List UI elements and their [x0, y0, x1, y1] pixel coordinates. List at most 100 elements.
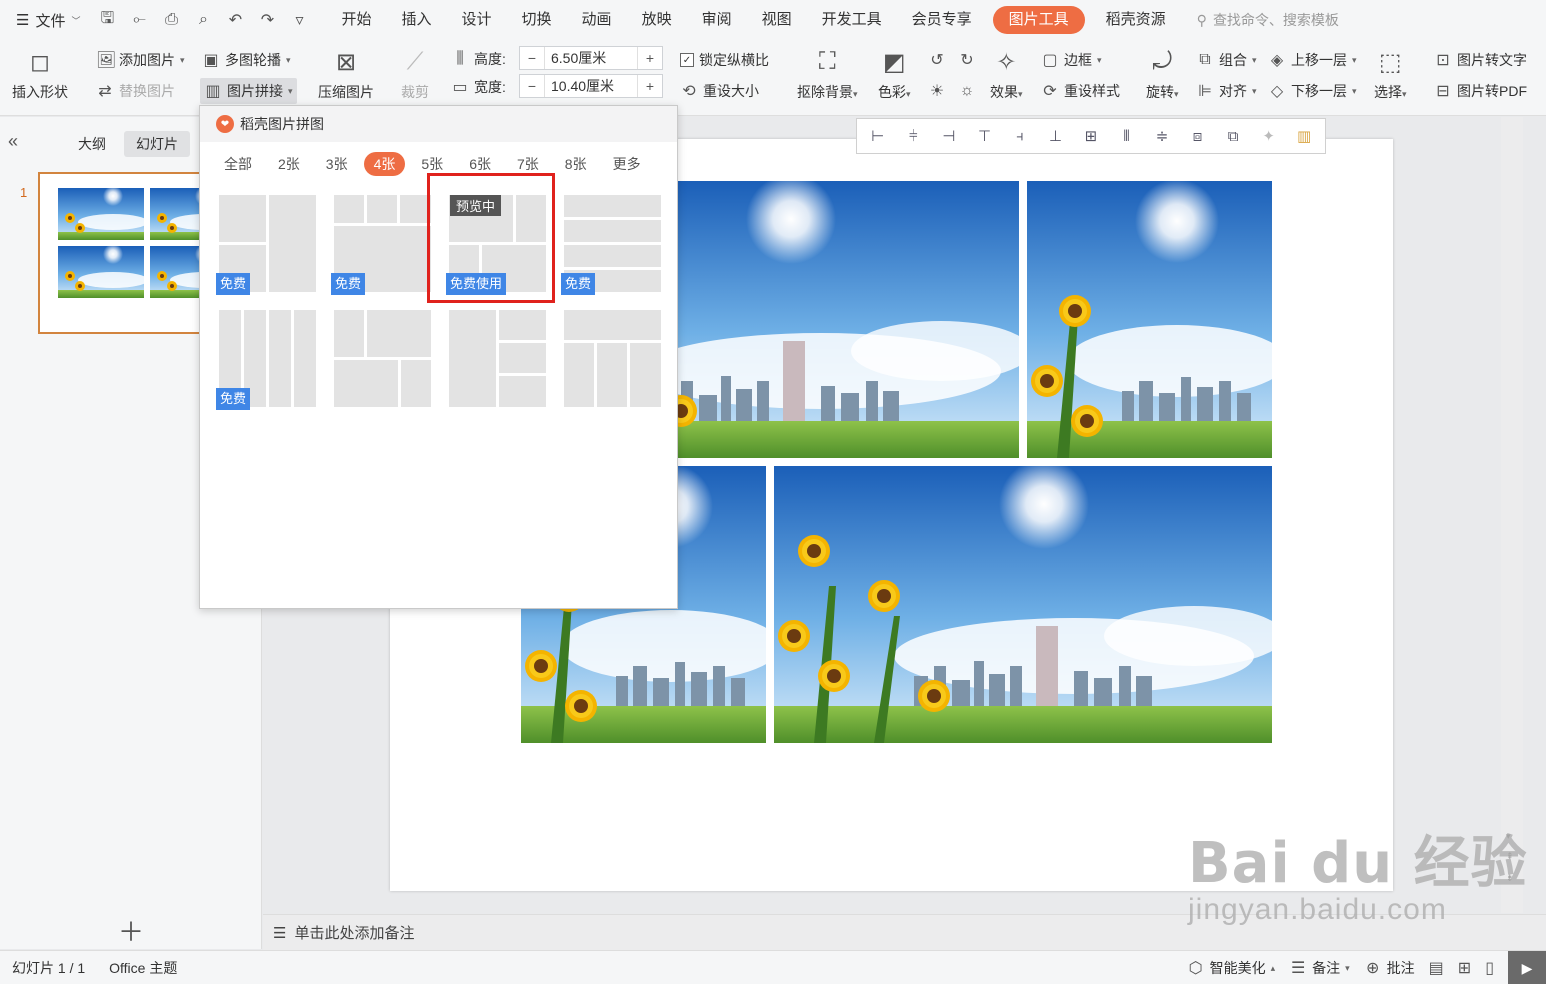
picture-to-text-button[interactable]: ⊡ 图片转文字 [1434, 50, 1527, 70]
add-picture-button[interactable]: 🖼 添加图片 ▾ [96, 50, 185, 70]
tab-member[interactable]: 会员专享 [897, 0, 987, 40]
command-search[interactable]: ⚲ 查找命令、搜索模板 [1197, 10, 1339, 30]
tab-outline[interactable]: 大纲 [66, 131, 118, 157]
vertical-scrollbar[interactable]: ▾ ⇞ ⇟ [1501, 117, 1523, 913]
border-button[interactable]: ▢ 边框 ▾ [1041, 50, 1101, 70]
collage-template-6[interactable] [331, 307, 434, 410]
distribute-horizontal-icon[interactable]: ⊞ [1078, 127, 1104, 145]
group-align-icon[interactable]: ⧉ [1220, 128, 1246, 145]
multi-carousel-button[interactable]: ▣ 多图轮播 ▾ [202, 50, 290, 70]
tab-picture-tools[interactable]: 图片工具 [992, 6, 1085, 34]
height-stepper[interactable]: − 6.50厘米 + [519, 46, 663, 70]
tab-all[interactable]: 全部 [214, 152, 262, 176]
width-input[interactable]: 10.40厘米 [544, 75, 638, 97]
collage-template-7[interactable] [446, 307, 549, 410]
replace-picture-label: 替换图片 [119, 83, 175, 99]
collage-template-4[interactable]: 免费 [561, 192, 664, 295]
reset-style-button[interactable]: ⟳ 重设样式 [1041, 81, 1120, 101]
tab-view[interactable]: 视图 [747, 0, 807, 40]
tab-slideshow[interactable]: 放映 [627, 0, 687, 40]
tab-insert[interactable]: 插入 [387, 0, 447, 40]
bring-forward-button[interactable]: ◈ 上移一层 ▾ [1268, 50, 1357, 70]
height-increase-button[interactable]: + [638, 50, 662, 66]
save-icon[interactable]: 🖫 [96, 7, 118, 34]
picture-collage-button[interactable]: ▥ 图片拼接 ▾ [200, 78, 297, 104]
insert-shape-button[interactable]: ◻ 插入形状 [12, 46, 68, 102]
tab-animations[interactable]: 动画 [567, 0, 627, 40]
align-middle-icon[interactable]: ⫞ [1007, 128, 1033, 145]
tab-more[interactable]: 更多 [603, 152, 651, 176]
distribute-columns-icon[interactable]: ⫴ [1114, 128, 1140, 145]
fit-to-slide-icon[interactable]: ⧈ [1185, 128, 1211, 145]
normal-view-icon[interactable]: ▤ [1429, 958, 1444, 978]
tab-transitions[interactable]: 切换 [507, 0, 567, 40]
align-button[interactable]: ⊫ 对齐 ▾ [1196, 81, 1257, 101]
lock-aspect-ratio-checkbox[interactable]: ✓ 锁定纵横比 [680, 50, 769, 70]
print-icon[interactable]: ⎙ [160, 11, 182, 29]
align-right-icon[interactable]: ⊣ [936, 127, 962, 145]
replace-picture-button[interactable]: ⇄ 替换图片 [96, 81, 175, 101]
collapse-panel-icon[interactable]: « [8, 131, 18, 152]
theme-name[interactable]: Office 主题 [97, 958, 189, 978]
tab-review[interactable]: 审阅 [687, 0, 747, 40]
more-options-icon[interactable]: ▥ [1291, 127, 1317, 145]
add-slide-icon[interactable]: ＋ [118, 912, 144, 949]
smart-beautify-button[interactable]: ⬡ 智能美化 ▴ [1187, 958, 1276, 978]
picture-to-text-icon: ⊡ [1436, 52, 1450, 69]
rotate-button[interactable]: ⤾ 旋转▾ [1146, 46, 1179, 102]
tab-4-images[interactable]: 4张 [363, 152, 406, 176]
sunflower-photo-top-right[interactable] [1027, 181, 1272, 458]
file-menu[interactable]: ☰ 文件 ﹀ [0, 0, 90, 40]
width-decrease-button[interactable]: − [520, 78, 544, 94]
template-cell [564, 220, 661, 242]
tab-2-images[interactable]: 2张 [268, 152, 310, 176]
distribute-vertical-icon[interactable]: ≑ [1149, 127, 1175, 145]
align-left-icon[interactable]: ⊢ [865, 127, 891, 145]
align-center-icon[interactable]: ⫩ [901, 128, 927, 145]
rotate-right-icon[interactable]: ↻ [958, 50, 976, 70]
reading-view-icon[interactable]: ▯ [1485, 958, 1494, 978]
tab-3-images[interactable]: 3张 [316, 152, 358, 176]
align-bottom-icon[interactable]: ⊥ [1043, 127, 1069, 145]
sunflower-photo-bottom-right[interactable] [774, 466, 1272, 743]
tab-design[interactable]: 设计 [447, 0, 507, 40]
width-increase-button[interactable]: + [638, 78, 662, 94]
play-slideshow-button[interactable]: ▶ [1508, 951, 1546, 984]
align-top-icon[interactable]: ⊤ [972, 127, 998, 145]
customize-qa-icon[interactable]: ▿ [288, 10, 310, 30]
brightness-down-icon[interactable]: ☼ [958, 82, 976, 100]
collage-template-5[interactable]: 免费 [216, 307, 319, 410]
tab-docer-resources[interactable]: 稻壳资源 [1091, 0, 1181, 40]
picture-to-pdf-button[interactable]: ⊟ 图片转PDF [1434, 81, 1527, 101]
collage-template-1[interactable]: 免费 [216, 192, 319, 295]
compress-picture-button[interactable]: ⊠ 压缩图片 [318, 46, 374, 102]
print-preview-icon[interactable]: ⌕ [192, 11, 214, 29]
collage-template-8[interactable] [561, 307, 664, 410]
notes-toggle-button[interactable]: ☰ 备注 ▾ [1289, 958, 1350, 978]
select-button[interactable]: ⬚ 选择▾ [1374, 46, 1407, 102]
lightbulb-icon[interactable]: ✦ [1256, 127, 1282, 145]
crop-button[interactable]: ⟋ 裁剪 [399, 46, 431, 102]
slide-sorter-view-icon[interactable]: ⊞ [1458, 958, 1471, 978]
brightness-up-icon[interactable]: ☀ [928, 81, 946, 101]
effects-button[interactable]: ✧ 效果▾ [990, 46, 1023, 102]
undo-icon[interactable]: ↶ [224, 10, 246, 30]
format-painter-icon[interactable]: ⟜ [128, 11, 150, 29]
reset-size-button[interactable]: ⟲ 重设大小 [680, 81, 759, 101]
send-backward-button[interactable]: ◇ 下移一层 ▾ [1268, 81, 1357, 101]
redo-icon[interactable]: ↷ [256, 10, 278, 30]
tab-slides[interactable]: 幻灯片 [124, 131, 190, 157]
collage-template-2[interactable]: 免费 [331, 192, 434, 295]
remove-background-button[interactable]: ⛶ 抠除背景▾ [797, 46, 858, 102]
rotate-left-icon[interactable]: ↺ [928, 50, 946, 70]
tab-home[interactable]: 开始 [326, 0, 386, 40]
width-stepper[interactable]: − 10.40厘米 + [519, 74, 663, 98]
effects-label: 效果 [990, 84, 1018, 100]
tab-8-images[interactable]: 8张 [555, 152, 597, 176]
tab-developer[interactable]: 开发工具 [807, 0, 897, 40]
height-decrease-button[interactable]: − [520, 50, 544, 66]
group-button[interactable]: ⧉ 组合 ▾ [1196, 50, 1256, 70]
height-input[interactable]: 6.50厘米 [544, 47, 638, 69]
comments-button[interactable]: ⊕ 批注 [1364, 958, 1415, 978]
color-button[interactable]: ◩ 色彩▾ [878, 46, 911, 102]
